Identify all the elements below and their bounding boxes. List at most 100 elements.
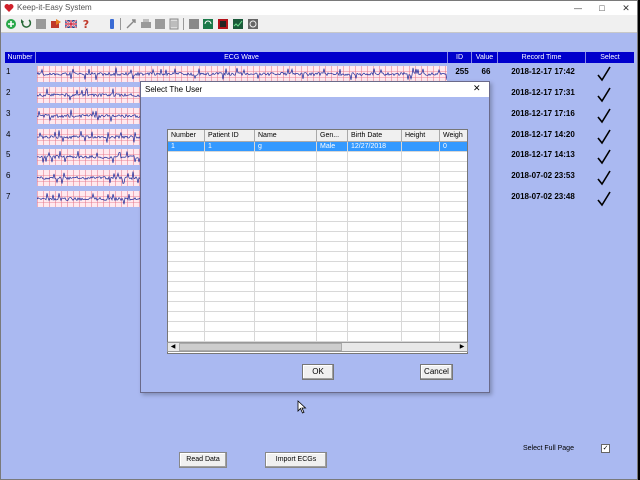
user-table-row[interactable] bbox=[168, 262, 467, 272]
dialog-title-bar[interactable]: Select The User ✕ bbox=[141, 82, 489, 97]
user-table-row[interactable] bbox=[168, 322, 467, 332]
ecg-wave-thumbnail[interactable] bbox=[37, 129, 142, 145]
user-table-row[interactable] bbox=[168, 202, 467, 212]
col-value[interactable]: Value bbox=[472, 52, 498, 63]
user-table-cell bbox=[440, 222, 467, 232]
col-number[interactable]: Number bbox=[5, 52, 36, 63]
user-table-row[interactable] bbox=[168, 312, 467, 322]
user-table-cell: 12/27/2018 bbox=[348, 142, 402, 152]
flag-icon[interactable] bbox=[65, 18, 77, 30]
user-table-row[interactable] bbox=[168, 172, 467, 182]
col-ecg-wave[interactable]: ECG Wave bbox=[36, 52, 448, 63]
user-table-cell bbox=[440, 192, 467, 202]
select-full-page-checkbox[interactable]: ✓ bbox=[601, 444, 610, 453]
settings-icon[interactable] bbox=[247, 18, 259, 30]
import-ecgs-button[interactable]: Import ECGs bbox=[265, 452, 327, 468]
help-icon[interactable]: ? bbox=[80, 18, 92, 30]
user-table-row[interactable] bbox=[168, 252, 467, 262]
refresh-icon[interactable] bbox=[188, 18, 200, 30]
user-table-cell bbox=[440, 312, 467, 322]
row-select-check-icon[interactable] bbox=[596, 149, 616, 165]
user-table-cell bbox=[402, 262, 440, 272]
user-table-row[interactable] bbox=[168, 292, 467, 302]
user-table-cell bbox=[168, 162, 205, 172]
user-table-cell: 0 bbox=[440, 142, 467, 152]
user-table-cell bbox=[205, 172, 255, 182]
user-col-header[interactable]: Birth Date bbox=[348, 130, 402, 142]
close-button[interactable]: ✕ bbox=[615, 1, 637, 15]
ecg-wave-thumbnail[interactable] bbox=[37, 66, 447, 82]
scroll-left-icon[interactable]: ◀ bbox=[168, 343, 178, 351]
dialog-close-button[interactable]: ✕ bbox=[473, 83, 485, 95]
svg-text:?: ? bbox=[83, 18, 89, 30]
col-record-time[interactable]: Record Time bbox=[498, 52, 586, 63]
add-icon[interactable] bbox=[5, 18, 17, 30]
user-col-header[interactable]: Height bbox=[402, 130, 440, 142]
minimize-button[interactable]: — bbox=[567, 1, 589, 15]
info-icon[interactable] bbox=[106, 18, 118, 30]
ecg-wave-thumbnail[interactable] bbox=[37, 108, 142, 124]
user-table-row[interactable] bbox=[168, 242, 467, 252]
user-col-header[interactable]: Gen... bbox=[317, 130, 348, 142]
user-table-cell bbox=[317, 242, 348, 252]
ecg-wave-thumbnail[interactable] bbox=[37, 87, 142, 103]
user-table-row[interactable] bbox=[168, 212, 467, 222]
cancel-button[interactable]: Cancel bbox=[420, 364, 453, 380]
user-table-row[interactable] bbox=[168, 332, 467, 342]
camera-icon[interactable] bbox=[217, 18, 229, 30]
user-table-row[interactable]: 1 1 g Male 12/27/2018 0 bbox=[168, 142, 467, 152]
ecg-wave-thumbnail[interactable] bbox=[37, 191, 142, 207]
user-table-cell bbox=[317, 292, 348, 302]
user-table-row[interactable] bbox=[168, 222, 467, 232]
user-table-cell bbox=[255, 292, 317, 302]
row-select-check-icon[interactable] bbox=[596, 129, 616, 145]
user-table-row[interactable] bbox=[168, 282, 467, 292]
user-table-cell bbox=[348, 162, 402, 172]
col-select[interactable]: Select bbox=[586, 52, 634, 63]
user-table-row[interactable] bbox=[168, 232, 467, 242]
row-select-check-icon[interactable] bbox=[596, 66, 616, 82]
user-table-cell bbox=[348, 232, 402, 242]
user-table-cell bbox=[255, 202, 317, 212]
save-icon[interactable] bbox=[202, 18, 214, 30]
user-table-row[interactable] bbox=[168, 272, 467, 282]
print-icon[interactable] bbox=[140, 18, 152, 30]
back-icon[interactable] bbox=[20, 18, 32, 30]
user-table-cell bbox=[440, 272, 467, 282]
user-table-hscrollbar[interactable]: ◀ ▶ bbox=[167, 342, 468, 352]
export-icon[interactable] bbox=[50, 18, 62, 30]
monitor-icon[interactable] bbox=[232, 18, 244, 30]
user-table-cell bbox=[348, 202, 402, 212]
user-col-header[interactable]: Number bbox=[168, 130, 205, 142]
ecg-wave-thumbnail[interactable] bbox=[37, 170, 142, 186]
ok-button[interactable]: OK bbox=[302, 364, 334, 380]
scroll-thumb[interactable] bbox=[179, 343, 342, 351]
user-table-cell: 1 bbox=[168, 142, 205, 152]
col-id[interactable]: ID bbox=[448, 52, 472, 63]
stop-icon[interactable] bbox=[35, 18, 47, 30]
row-select-check-icon[interactable] bbox=[596, 108, 616, 124]
scroll-right-icon[interactable]: ▶ bbox=[457, 343, 467, 351]
user-table-cell bbox=[348, 292, 402, 302]
row-select-check-icon[interactable] bbox=[596, 170, 616, 186]
maximize-button[interactable]: □ bbox=[591, 1, 613, 15]
title-bar[interactable]: Keep-it-Easy System — □ ✕ bbox=[1, 1, 637, 15]
ecg-wave-thumbnail[interactable] bbox=[37, 149, 142, 165]
user-table-row[interactable] bbox=[168, 192, 467, 202]
read-data-button[interactable]: Read Data bbox=[179, 452, 227, 468]
grey-tool-icon[interactable] bbox=[125, 18, 137, 30]
list-icon[interactable] bbox=[168, 18, 180, 30]
row-select-check-icon[interactable] bbox=[596, 191, 616, 207]
user-col-header[interactable]: Name bbox=[255, 130, 317, 142]
user-table-row[interactable] bbox=[168, 152, 467, 162]
user-table-cell bbox=[255, 312, 317, 322]
row-select-check-icon[interactable] bbox=[596, 87, 616, 103]
user-table-cell bbox=[205, 222, 255, 232]
user-table-row[interactable] bbox=[168, 302, 467, 312]
user-col-header[interactable]: Weigh bbox=[440, 130, 467, 142]
user-table-row[interactable] bbox=[168, 182, 467, 192]
user-icon[interactable] bbox=[154, 18, 166, 30]
dialog-title: Select The User bbox=[145, 85, 203, 94]
user-table-row[interactable] bbox=[168, 162, 467, 172]
user-col-header[interactable]: Patient ID bbox=[205, 130, 255, 142]
